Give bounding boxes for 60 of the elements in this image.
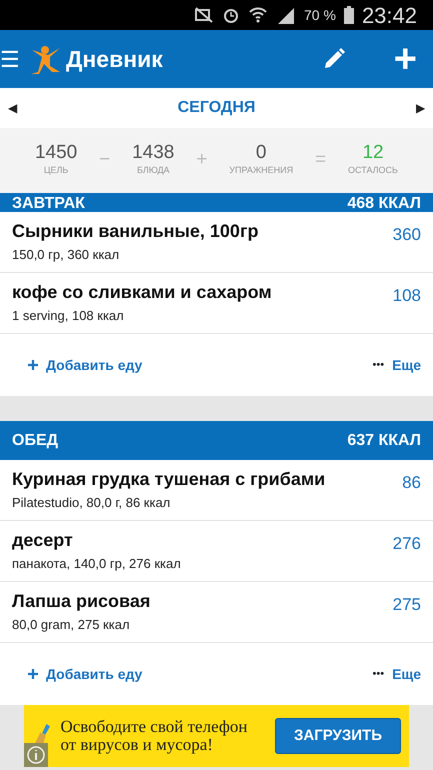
food-name: Лапша рисовая: [12, 590, 150, 613]
date-label[interactable]: СЕГОДНЯ: [178, 96, 256, 120]
food-row[interactable]: десерт панакота, 140,0 гр, 276 ккал 276: [0, 521, 433, 582]
summary-label: ЦЕЛЬ: [42, 164, 70, 178]
food-name: десерт: [12, 529, 74, 552]
summary-value: 1450: [34, 143, 78, 164]
summary-value: 12: [361, 143, 385, 164]
status-time: 23:42: [362, 2, 417, 30]
add-food-link[interactable]: Добавить еду: [46, 664, 142, 684]
alarm-icon: [222, 6, 240, 24]
food-calories: 108: [392, 285, 421, 307]
food-detail: панакота, 140,0 гр, 276 ккал: [12, 555, 181, 573]
menu-icon[interactable]: ☰: [0, 42, 20, 76]
food-calories: 86: [402, 472, 421, 494]
summary-label: ОСТАЛОСЬ: [348, 164, 398, 178]
download-button[interactable]: ЗАГРУЗИТЬ: [275, 718, 401, 754]
more-link[interactable]: Еще: [392, 354, 421, 376]
summary-label: УПРАЖНЕНИЯ: [229, 164, 294, 178]
food-row[interactable]: кофе со сливками и сахаром 1 serving, 108 ккал 108: [0, 273, 433, 334]
food-row[interactable]: Лапша рисовая 80,0 gram, 275 ккал 275: [0, 582, 433, 643]
food-row[interactable]: Куриная грудка тушеная с грибами Pilatestudio, 80,0 г, 86 ккал 86: [0, 460, 433, 521]
muted-notification-icon: [194, 7, 214, 23]
food-detail: 80,0 gram, 275 ккал: [12, 616, 131, 634]
meal-total: 637 ККАЛ: [347, 430, 421, 450]
food-calories: 275: [392, 594, 421, 616]
food-name: Куриная грудка тушеная с грибами: [12, 468, 326, 491]
battery-icon: [344, 6, 354, 24]
more-dots-icon: •••: [372, 666, 384, 682]
meal-total: 468 ККАЛ: [347, 196, 421, 212]
summary-label: БЛЮДА: [136, 164, 171, 178]
ad-text: Освободите свой телефон от вирусов и мусора!: [60, 718, 248, 754]
food-detail: Pilatestudio, 80,0 г, 86 ккал: [12, 494, 172, 512]
food-detail: 1 serving, 108 ккал: [12, 307, 125, 325]
ad-banner[interactable]: Освободите свой телефон от вирусов и мусора! ЗАГРУЗИТЬ: [24, 705, 409, 767]
operator-sign: =: [315, 148, 326, 172]
plus-icon: [28, 669, 38, 679]
summary-value: 1438: [132, 143, 174, 164]
info-icon: [24, 743, 48, 767]
food-calories: 276: [392, 533, 421, 555]
operator-sign: +: [196, 148, 208, 172]
next-day-arrow[interactable]: ▶: [416, 99, 425, 117]
food-name: кофе со сливками и сахаром: [12, 281, 272, 304]
more-link[interactable]: Еще: [392, 664, 421, 684]
more-dots-icon: •••: [372, 356, 384, 374]
signal-icon: [276, 6, 296, 24]
add-icon[interactable]: +: [394, 39, 417, 79]
previous-day-arrow[interactable]: ◀: [8, 99, 17, 117]
plus-icon: [28, 360, 38, 370]
summary-value: 0: [254, 143, 268, 164]
app-title: Дневник: [66, 44, 164, 74]
meal-name: ОБЕД: [12, 430, 58, 450]
food-name: Сырники ванильные, 100гр: [12, 220, 258, 243]
food-row[interactable]: Сырники ванильные, 100гр 150,0 гр, 360 ккал 360: [0, 212, 433, 273]
food-detail: 150,0 гр, 360 ккал: [12, 246, 120, 264]
meal-name: ЗАВТРАК: [12, 196, 85, 212]
add-food-link[interactable]: Добавить еду: [46, 354, 142, 376]
battery-percent: 70 %: [304, 6, 336, 24]
food-calories: 360: [392, 224, 421, 246]
wifi-icon: [248, 6, 268, 24]
operator-sign: −: [99, 148, 110, 172]
